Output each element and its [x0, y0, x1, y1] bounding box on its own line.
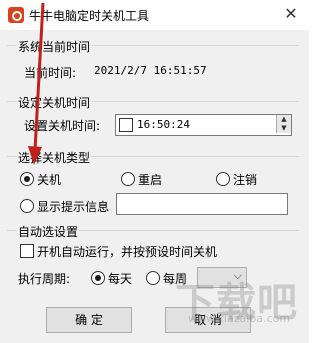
- radio-logoff-label[interactable]: 注销: [233, 171, 257, 188]
- radio-show-message[interactable]: [20, 199, 34, 213]
- radio-daily[interactable]: [91, 271, 105, 285]
- radio-shutdown-label[interactable]: 关机: [37, 171, 61, 188]
- radio-restart-label[interactable]: 重启: [138, 171, 162, 188]
- ok-button[interactable]: 确 定: [46, 307, 132, 333]
- shutdown-time-group-title: 设定关机时间: [17, 94, 92, 111]
- shutdown-time-enable-checkbox[interactable]: [119, 118, 133, 132]
- current-time-group: 系统当前时间 当前时间: 2021/2/7 16:51:57: [7, 38, 299, 91]
- shutdown-time-label: 设置关机时间:: [24, 119, 101, 133]
- auto-settings-group-title: 自动选设置: [17, 223, 80, 240]
- shutdown-time-spinner[interactable]: ▲ ▼: [276, 115, 291, 133]
- shutdown-type-group: 选择关机类型 关机 重启 注销 显示提示信息: [7, 149, 299, 217]
- watermark-url: www.xiazaiba.com: [188, 312, 291, 325]
- title-bar: 牛牛电脑定时关机工具 ✕: [0, 0, 309, 30]
- app-icon: [8, 7, 24, 23]
- autostart-checkbox[interactable]: [20, 244, 34, 258]
- radio-logoff[interactable]: [216, 172, 230, 186]
- window-title: 牛牛电脑定时关机工具: [29, 9, 150, 23]
- shutdown-time-group: 设定关机时间 设置关机时间: 16:50:24 ▲ ▼: [7, 94, 299, 147]
- period-label: 执行周期:: [18, 272, 71, 286]
- current-time-label: 当前时间:: [24, 66, 77, 80]
- message-input[interactable]: [116, 193, 288, 215]
- autostart-label[interactable]: 开机自动运行，并按预设时间关机: [37, 243, 217, 260]
- spin-up-icon[interactable]: ▲: [277, 115, 291, 124]
- shutdown-time-value: 16:50:24: [137, 118, 190, 131]
- radio-daily-label[interactable]: 每天: [108, 270, 132, 287]
- radio-show-message-label[interactable]: 显示提示信息: [37, 198, 109, 215]
- shutdown-time-picker[interactable]: 16:50:24 ▲ ▼: [115, 114, 292, 136]
- radio-shutdown[interactable]: [20, 172, 34, 186]
- current-time-group-title: 系统当前时间: [17, 38, 92, 55]
- radio-restart[interactable]: [121, 172, 135, 186]
- close-button[interactable]: ✕: [278, 3, 304, 25]
- current-time-value: 2021/2/7 16:51:57: [94, 64, 207, 77]
- spin-down-icon[interactable]: ▼: [277, 124, 291, 133]
- shutdown-type-group-title: 选择关机类型: [17, 149, 92, 166]
- radio-weekly[interactable]: [146, 271, 160, 285]
